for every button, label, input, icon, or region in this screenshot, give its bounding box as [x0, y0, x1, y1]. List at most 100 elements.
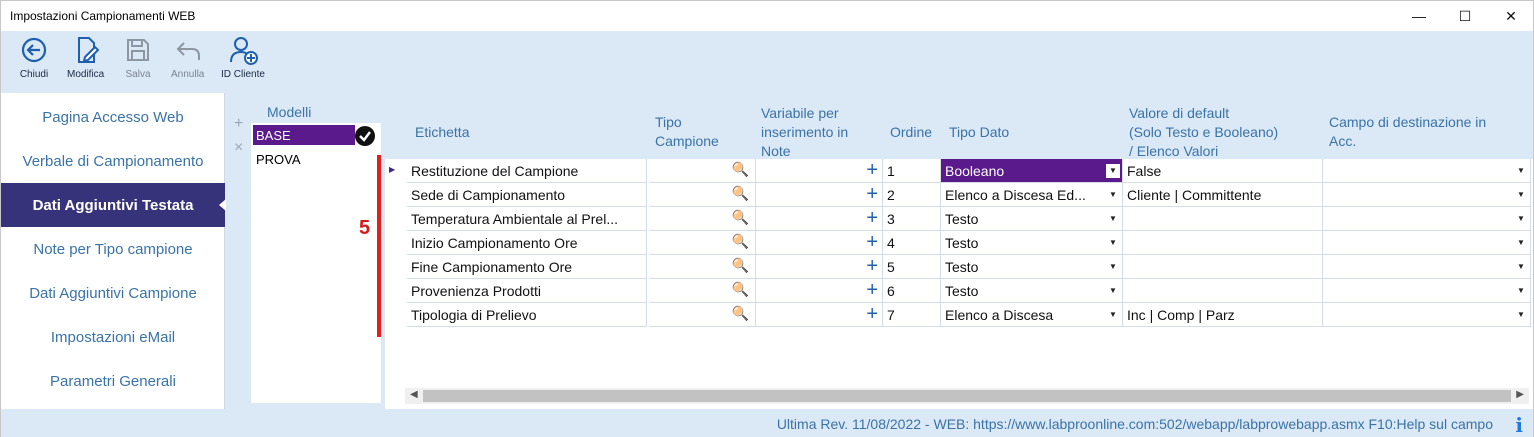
client-id-button[interactable]: ID Cliente [221, 35, 265, 87]
cell-tipo-campione[interactable]: 🔍 [649, 159, 756, 183]
add-variable-icon[interactable]: + [866, 303, 878, 326]
add-variable-icon[interactable]: + [866, 183, 878, 206]
table-row[interactable]: Provenienza Prodotti 🔍 +6 Testo ▼ ▼ [385, 279, 1533, 303]
chevron-down-icon[interactable]: ▼ [1514, 188, 1528, 202]
horizontal-scrollbar[interactable]: ◀ ▶ [405, 388, 1529, 404]
campo-destinazione-dropdown[interactable]: ▼ [1323, 159, 1531, 183]
model-item-prova[interactable]: PROVA [253, 149, 355, 169]
campo-destinazione-dropdown[interactable]: ▼ [1323, 279, 1531, 303]
add-variable-icon[interactable]: + [866, 255, 878, 278]
cell-tipo-campione[interactable]: 🔍 [649, 231, 756, 255]
cancel-button[interactable]: Annulla [171, 35, 204, 87]
campo-destinazione-dropdown[interactable]: ▼ [1323, 207, 1531, 231]
chevron-down-icon[interactable]: ▼ [1514, 212, 1528, 226]
cell-valore-default[interactable]: False [1123, 159, 1323, 183]
cell-valore-default[interactable] [1123, 207, 1323, 231]
chevron-down-icon[interactable]: ▼ [1106, 236, 1120, 250]
sidebar-item-verbale-campionamento[interactable]: Verbale di Campionamento [1, 139, 225, 183]
maximize-button[interactable]: ☐ [1442, 1, 1488, 31]
cell-ordine[interactable]: 1 [883, 159, 941, 183]
edit-button[interactable]: Modifica [67, 35, 104, 87]
cell-etichetta[interactable]: Provenienza Prodotti [407, 279, 647, 303]
chevron-down-icon[interactable]: ▼ [1106, 164, 1120, 178]
save-button[interactable]: Salva [123, 35, 153, 87]
sidebar-item-dati-aggiuntivi-testata[interactable]: Dati Aggiuntivi Testata [1, 183, 226, 227]
cell-variabile[interactable]: + [756, 279, 883, 303]
tipo-dato-dropdown[interactable]: Testo ▼ [941, 279, 1123, 303]
add-variable-icon[interactable]: + [866, 279, 878, 302]
cell-valore-default[interactable]: Cliente | Committente [1123, 183, 1323, 207]
cell-variabile[interactable]: + [756, 303, 883, 327]
tipo-dato-dropdown[interactable]: Elenco a Discesa Ed... ▼ [941, 183, 1123, 207]
tipo-dato-dropdown[interactable]: Testo ▼ [941, 207, 1123, 231]
sidebar-item-parametri-generali[interactable]: Parametri Generali [1, 359, 225, 403]
chevron-down-icon[interactable]: ▼ [1514, 236, 1528, 250]
cell-tipo-campione[interactable]: 🔍 [649, 255, 756, 279]
cell-variabile[interactable]: + [756, 207, 883, 231]
campo-destinazione-dropdown[interactable]: ▼ [1323, 231, 1531, 255]
campo-destinazione-dropdown[interactable]: ▼ [1323, 303, 1531, 327]
table-row[interactable]: Tipologia di Prelievo 🔍 +7 Elenco a Discesa… [385, 303, 1533, 327]
search-icon[interactable]: 🔍 [732, 257, 749, 274]
cell-etichetta[interactable]: Inizio Campionamento Ore [407, 231, 647, 255]
cell-etichetta[interactable]: Restituzione del Campione [407, 159, 647, 183]
cell-tipo-campione[interactable]: 🔍 [649, 183, 756, 207]
add-variable-icon[interactable]: + [866, 231, 878, 254]
cell-valore-default[interactable]: Inc | Comp | Parz [1123, 303, 1323, 327]
chevron-down-icon[interactable]: ▼ [1514, 284, 1528, 298]
chevron-down-icon[interactable]: ▼ [1106, 260, 1120, 274]
chevron-down-icon[interactable]: ▼ [1514, 164, 1528, 178]
delete-model-icon[interactable]: × [234, 139, 243, 157]
info-icon[interactable]: i [1515, 413, 1523, 437]
tipo-dato-dropdown[interactable]: Testo ▼ [941, 255, 1123, 279]
table-row[interactable]: ▶ Restituzione del Campione 🔍 +1 Booleano ▼ Fa… [385, 159, 1533, 183]
search-icon[interactable]: 🔍 [732, 185, 749, 202]
sidebar-item-dati-aggiuntivi-campione[interactable]: Dati Aggiuntivi Campione [1, 271, 225, 315]
cell-valore-default[interactable] [1123, 231, 1323, 255]
cell-tipo-campione[interactable]: 🔍 [649, 279, 756, 303]
scroll-right-icon[interactable]: ▶ [1516, 389, 1524, 400]
cell-etichetta[interactable]: Temperatura Ambientale al Prel... [407, 207, 647, 231]
table-row[interactable]: Sede di Campionamento 🔍 +2 Elenco a Discesa… [385, 183, 1533, 207]
cell-etichetta[interactable]: Fine Campionamento Ore [407, 255, 647, 279]
chevron-down-icon[interactable]: ▼ [1106, 284, 1120, 298]
cell-valore-default[interactable] [1123, 279, 1323, 303]
tipo-dato-dropdown[interactable]: Booleano ▼ [941, 159, 1123, 183]
cell-variabile[interactable]: + [756, 159, 883, 183]
chevron-down-icon[interactable]: ▼ [1106, 188, 1120, 202]
cell-etichetta[interactable]: Sede di Campionamento [407, 183, 647, 207]
cell-ordine[interactable]: 2 [883, 183, 941, 207]
chevron-down-icon[interactable]: ▼ [1514, 260, 1528, 274]
chevron-down-icon[interactable]: ▼ [1106, 308, 1120, 322]
cell-valore-default[interactable] [1123, 255, 1323, 279]
add-model-icon[interactable]: + [234, 115, 243, 133]
close-window-button[interactable]: ✕ [1488, 1, 1534, 31]
campo-destinazione-dropdown[interactable]: ▼ [1323, 183, 1531, 207]
table-row[interactable]: Inizio Campionamento Ore 🔍 +4 Testo ▼ ▼ [385, 231, 1533, 255]
cell-ordine[interactable]: 5 [883, 255, 941, 279]
table-row[interactable]: Fine Campionamento Ore 🔍 +5 Testo ▼ ▼ [385, 255, 1533, 279]
cell-etichetta[interactable]: Tipologia di Prelievo [407, 303, 647, 327]
close-button[interactable]: Chiudi [19, 35, 49, 87]
cell-variabile[interactable]: + [756, 255, 883, 279]
minimize-button[interactable]: — [1396, 1, 1442, 31]
chevron-down-icon[interactable]: ▼ [1514, 308, 1528, 322]
cell-ordine[interactable]: 7 [883, 303, 941, 327]
cell-tipo-campione[interactable]: 🔍 [649, 207, 756, 231]
cell-variabile[interactable]: + [756, 183, 883, 207]
tipo-dato-dropdown[interactable]: Elenco a Discesa ▼ [941, 303, 1123, 327]
sidebar-item-note-tipo-campione[interactable]: Note per Tipo campione [1, 227, 225, 271]
cell-variabile[interactable]: + [756, 231, 883, 255]
add-variable-icon[interactable]: + [866, 207, 878, 230]
search-icon[interactable]: 🔍 [732, 281, 749, 298]
add-variable-icon[interactable]: + [866, 159, 878, 182]
campo-destinazione-dropdown[interactable]: ▼ [1323, 255, 1531, 279]
sidebar-item-pagina-accesso-web[interactable]: Pagina Accesso Web [1, 95, 225, 139]
search-icon[interactable]: 🔍 [732, 305, 749, 322]
search-icon[interactable]: 🔍 [732, 209, 749, 226]
chevron-down-icon[interactable]: ▼ [1106, 212, 1120, 226]
scrollbar-thumb[interactable] [423, 390, 1511, 402]
cell-tipo-campione[interactable]: 🔍 [649, 303, 756, 327]
tipo-dato-dropdown[interactable]: Testo ▼ [941, 231, 1123, 255]
sidebar-item-impostazioni-email[interactable]: Impostazioni eMail [1, 315, 225, 359]
